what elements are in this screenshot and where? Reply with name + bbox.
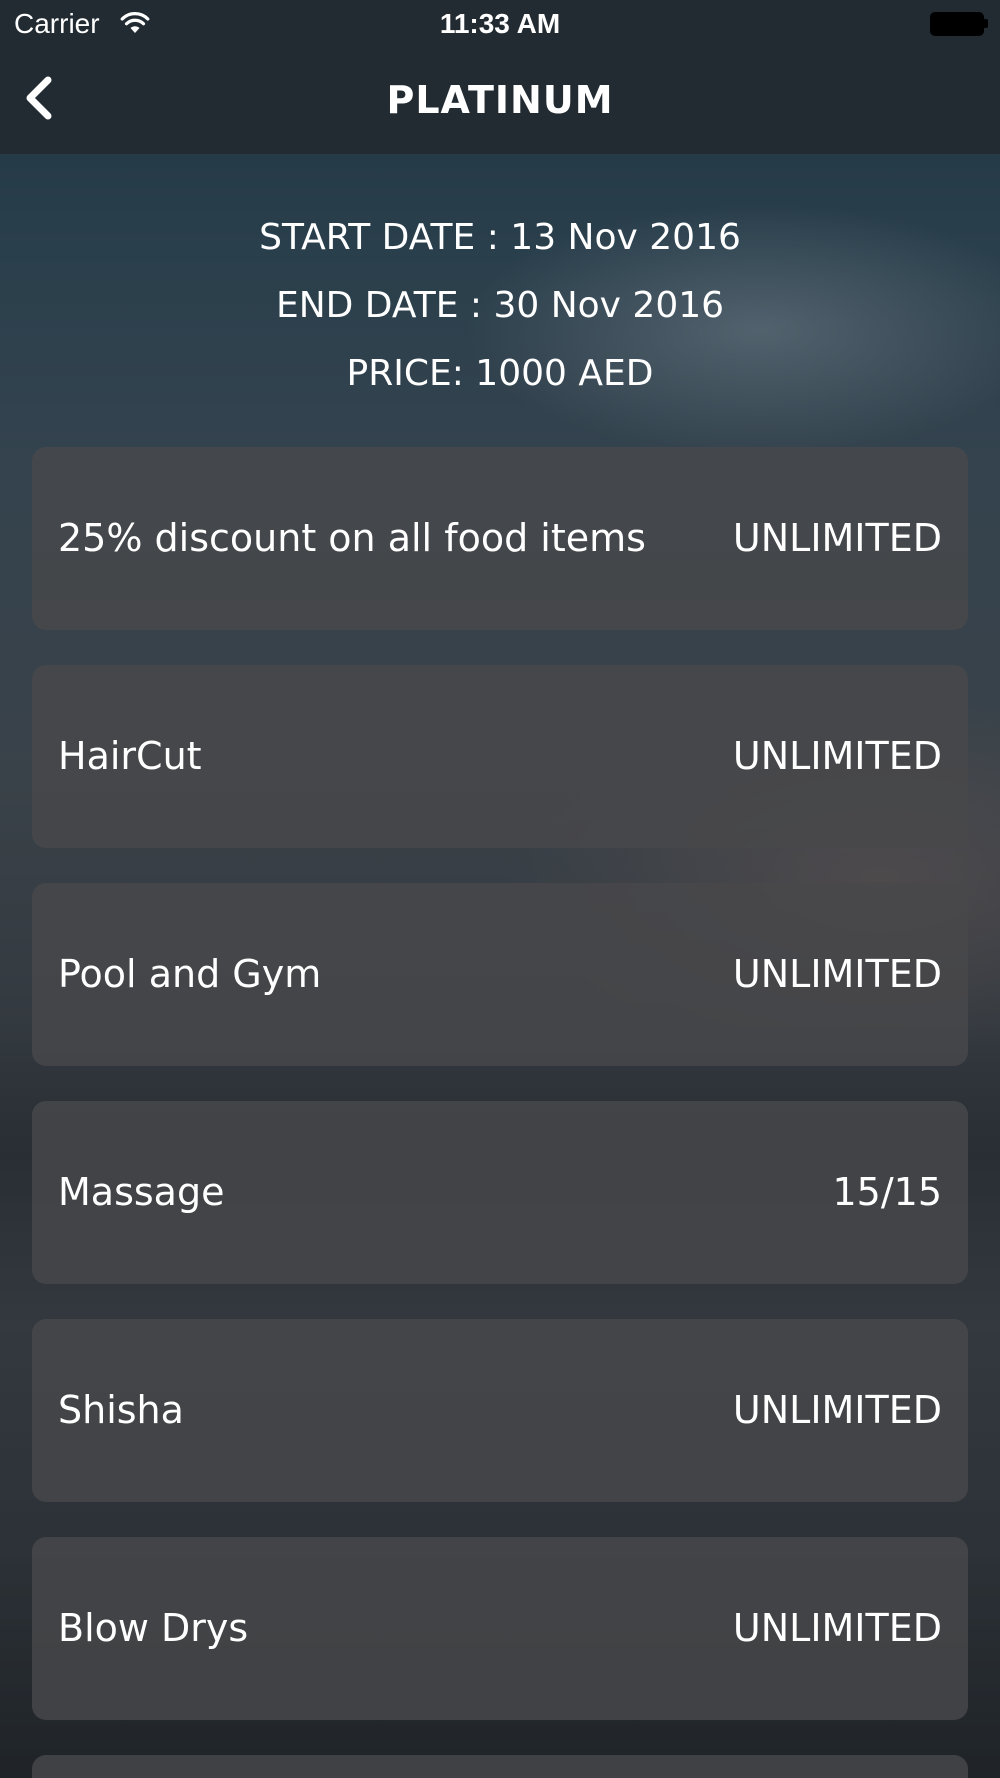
benefit-name: Shisha xyxy=(58,1388,184,1432)
benefit-value: UNLIMITED xyxy=(732,516,942,560)
benefit-value: UNLIMITED xyxy=(732,1606,942,1650)
benefit-name: Blow Drys xyxy=(58,1606,249,1650)
benefit-value: UNLIMITED xyxy=(732,1388,942,1432)
benefit-name: Massage xyxy=(58,1170,225,1214)
benefit-card[interactable]: Massage 15/15 xyxy=(32,1101,968,1284)
benefit-card[interactable]: 25% discount on all food items UNLIMITED xyxy=(32,447,968,630)
start-date: START DATE : 13 Nov 2016 xyxy=(259,217,741,258)
clock: 11:33 AM xyxy=(439,8,561,39)
end-date: END DATE : 30 Nov 2016 xyxy=(275,285,725,326)
screen: Carrier 11:33 AM PLATINUM START DATE : 1… xyxy=(0,0,1000,1778)
status-bar: Carrier 11:33 AM xyxy=(0,0,1000,46)
membership-info: START DATE : 13 Nov 2016 END DATE : 30 N… xyxy=(0,212,1000,416)
benefit-value: UNLIMITED xyxy=(732,952,942,996)
benefit-value: 15/15 xyxy=(832,1170,942,1214)
benefit-value: UNLIMITED xyxy=(732,734,942,778)
navigation-bar: PLATINUM xyxy=(0,46,1000,154)
benefit-name: 25% discount on all food items xyxy=(58,516,646,560)
benefit-name: HairCut xyxy=(58,734,202,778)
benefit-card[interactable]: Blow Drys UNLIMITED xyxy=(32,1537,968,1720)
battery-icon xyxy=(930,12,988,36)
benefit-card[interactable]: Pool and Gym UNLIMITED xyxy=(32,883,968,1066)
benefit-card[interactable]: HairCut UNLIMITED xyxy=(32,665,968,848)
benefits-list: 25% discount on all food items UNLIMITED… xyxy=(32,447,968,1778)
page-title: PLATINUM xyxy=(386,78,614,122)
benefit-card-partial[interactable] xyxy=(32,1755,968,1778)
benefit-name: Pool and Gym xyxy=(58,952,322,996)
benefit-card[interactable]: Shisha UNLIMITED xyxy=(32,1319,968,1502)
price: PRICE: 1000 AED xyxy=(346,353,654,394)
